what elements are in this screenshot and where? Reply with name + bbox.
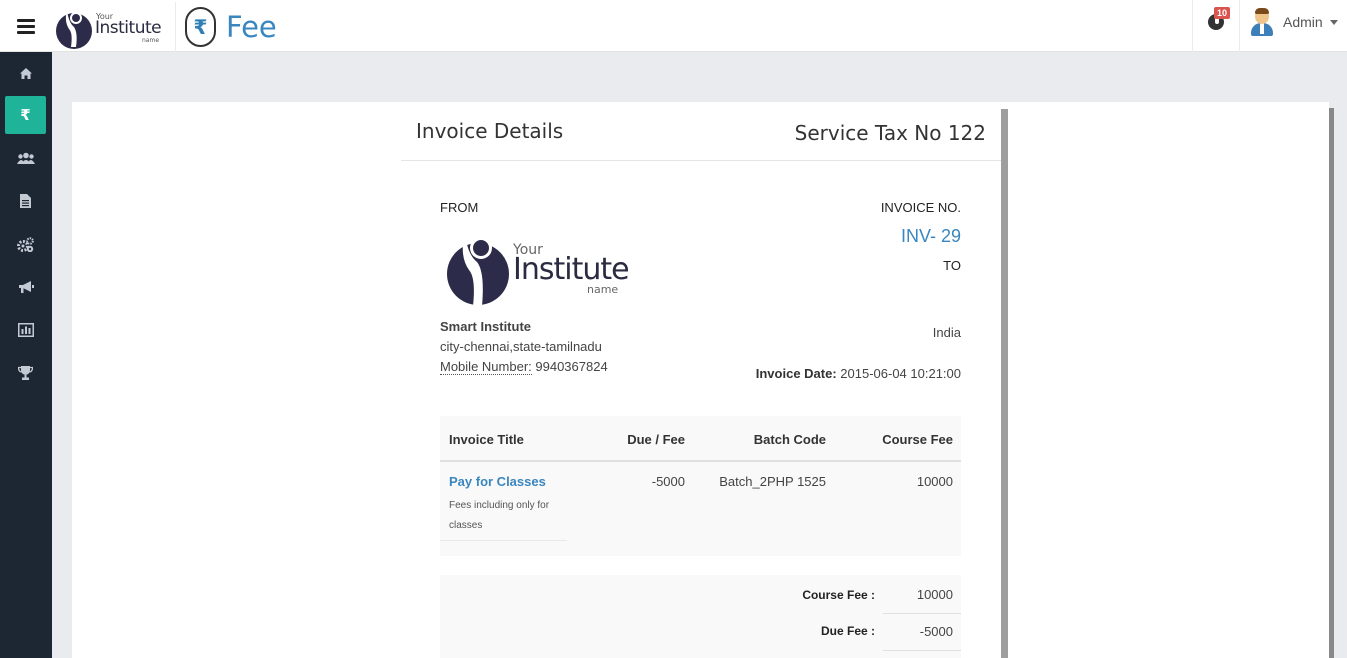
column-header: Batch Code: [753, 432, 826, 447]
divider: [883, 613, 961, 614]
invoice-number: INV- 29: [900, 226, 961, 246]
page-title: Fee: [226, 10, 277, 44]
institute-logo: Your Institute name: [445, 228, 635, 310]
logo-name-text: name: [587, 283, 619, 296]
invoice-date: Invoice Date: 2015-06-04 10:21:00: [756, 366, 961, 381]
column-header: Course Fee: [882, 432, 953, 447]
rupee-icon: ₹: [20, 107, 31, 124]
sidebar-item-achievements[interactable]: [5, 354, 46, 392]
megaphone-icon: [18, 281, 34, 293]
trophy-icon: [18, 366, 33, 380]
invoice-scrollbar[interactable]: [1001, 109, 1008, 658]
table-header: Invoice Title Due / Fee Batch Code Cours…: [440, 416, 961, 462]
column-header: Due / Fee: [627, 432, 685, 447]
avatar: [1250, 8, 1274, 36]
total-due-fee-label: Due Fee :: [820, 624, 875, 638]
batch-code-cell: Batch_2PHP 1525: [719, 474, 826, 489]
mobile-label: Mobile Number:: [440, 359, 532, 375]
sidebar: ₹: [0, 52, 52, 658]
to-label: TO: [943, 258, 961, 273]
column-header: Invoice Title: [449, 432, 524, 447]
notification-badge: 10: [1214, 7, 1231, 19]
sidebar-item-reports[interactable]: [5, 311, 46, 349]
rupee-icon: ₹: [185, 7, 216, 47]
document-icon: [20, 194, 31, 208]
users-icon: [16, 152, 35, 164]
brand-logo[interactable]: Your Institute name: [54, 2, 176, 52]
gears-icon: [17, 236, 34, 252]
invoice-date-label: Invoice Date:: [755, 366, 837, 381]
brand-name-text: name: [142, 37, 160, 44]
invoice-date-value: 2015-06-04 10:21:00: [836, 366, 961, 381]
table-row: Pay for Classes Fees including only for …: [440, 464, 961, 556]
sidebar-item-settings[interactable]: [5, 225, 46, 263]
home-icon: [19, 67, 32, 79]
organization-name: Smart Institute: [440, 319, 532, 334]
from-label: FROM: [440, 200, 479, 215]
totals-section: Course Fee : 10000 Due Fee : -5000: [440, 575, 961, 658]
recipient-country: India: [932, 325, 961, 340]
mobile-value: 9940367824: [531, 359, 608, 374]
panel-scrollbar[interactable]: [1329, 108, 1334, 658]
invoice-item-description: Fees including only for classes: [449, 500, 550, 531]
brand-institute-text: Institute: [95, 18, 162, 38]
sidebar-item-documents[interactable]: [5, 182, 46, 220]
due-fee-cell: -5000: [651, 474, 685, 489]
invoice-card: Invoice Details Service Tax No 122 FROM …: [401, 102, 1001, 658]
page-header: ₹ Fee: [185, 5, 277, 49]
invoice-table: Invoice Title Due / Fee Batch Code Cours…: [440, 416, 961, 556]
menu-toggle-button[interactable]: [0, 0, 52, 52]
service-tax-number: Service Tax No 122: [794, 121, 986, 145]
invoice-title: Invoice Details: [416, 119, 564, 143]
divider: [440, 540, 567, 541]
sidebar-item-fee[interactable]: ₹: [5, 96, 46, 134]
invoice-number-label: INVOICE NO.: [880, 200, 961, 215]
hamburger-icon: [17, 18, 35, 34]
top-bar: Your Institute name ₹ Fee 10 Admin: [0, 0, 1347, 52]
institute-logo-icon: [56, 11, 92, 49]
total-course-fee-value: 10000: [916, 587, 953, 602]
total-due-fee-value: -5000: [919, 624, 953, 639]
bar-chart-icon: [17, 323, 34, 337]
course-fee-cell: 10000: [916, 474, 953, 489]
organization-mobile: Mobile Number: 9940367824: [440, 359, 608, 375]
user-name: Admin: [1283, 14, 1323, 30]
logo-institute-text: Institute: [513, 252, 630, 287]
institute-logo-icon: [447, 232, 509, 306]
invoice-item-title-link[interactable]: Pay for Classes: [449, 474, 546, 489]
sidebar-item-users[interactable]: [5, 139, 46, 177]
total-course-fee-label: Course Fee :: [802, 588, 875, 602]
notifications-button[interactable]: 10: [1192, 0, 1240, 52]
chevron-down-icon: [1329, 19, 1338, 25]
divider: [883, 650, 961, 651]
sidebar-item-announcements[interactable]: [5, 268, 46, 306]
user-menu[interactable]: Admin: [1250, 8, 1338, 36]
sidebar-item-home[interactable]: [5, 54, 46, 92]
organization-address: city-chennai,state-tamilnadu: [440, 339, 602, 354]
divider: [401, 160, 1001, 161]
